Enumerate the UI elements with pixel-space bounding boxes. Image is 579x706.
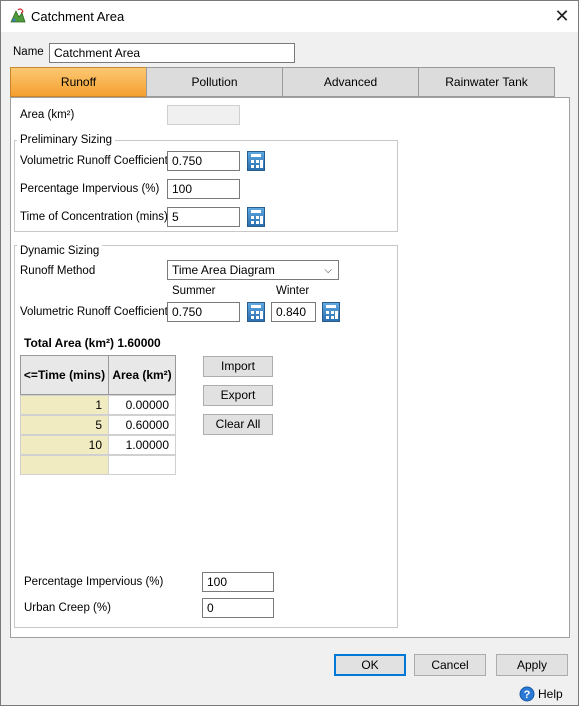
tab-advanced[interactable]: Advanced	[282, 67, 419, 97]
prelim-toc-label: Time of Concentration (mins)	[20, 211, 168, 223]
summer-label: Summer	[172, 285, 216, 297]
calculator-icon[interactable]	[247, 207, 265, 227]
tab-runoff[interactable]: Runoff	[10, 67, 147, 97]
total-area-label: Total Area (km²) 1.60000	[24, 336, 161, 350]
dynamic-pi-input[interactable]: 100	[202, 572, 274, 592]
help-label: Help	[538, 687, 563, 701]
table-cell-time[interactable]: 10	[20, 435, 109, 455]
prelim-pi-input[interactable]: 100	[167, 179, 240, 199]
winter-vrc-input[interactable]: 0.840	[271, 302, 316, 322]
svg-text:?: ?	[524, 689, 531, 701]
ok-button[interactable]: OK	[334, 654, 406, 676]
clear-all-button[interactable]: Clear All	[203, 414, 273, 435]
table-cell-area[interactable]: 1.00000	[108, 435, 176, 455]
cancel-button[interactable]: Cancel	[414, 654, 486, 676]
chevron-down-icon: ⌵	[324, 265, 332, 276]
table-cell-time[interactable]: 5	[20, 415, 109, 435]
urban-creep-input[interactable]: 0	[202, 598, 274, 618]
table-cell-area[interactable]	[108, 455, 176, 475]
name-label: Name	[13, 46, 44, 58]
dynamic-pi-label: Percentage Impervious (%)	[24, 576, 164, 588]
close-icon[interactable]: ✕	[549, 5, 575, 29]
help-icon: ?	[519, 686, 535, 702]
table-header-time[interactable]: <=Time (mins)	[20, 355, 109, 395]
calculator-icon[interactable]	[247, 151, 265, 171]
calculator-icon[interactable]	[247, 302, 265, 322]
prelim-vrc-input[interactable]: 0.750	[167, 151, 240, 171]
calculator-icon[interactable]	[322, 302, 340, 322]
tab-strip: Runoff Pollution Advanced Rainwater Tank	[10, 67, 555, 97]
dynamic-vrc-label: Volumetric Runoff Coefficient	[20, 306, 168, 318]
name-input[interactable]: Catchment Area	[49, 43, 295, 63]
table-cell-area[interactable]: 0.00000	[108, 395, 176, 415]
app-icon	[10, 8, 26, 23]
urban-creep-label: Urban Creep (%)	[24, 602, 111, 614]
winter-label: Winter	[276, 285, 310, 297]
runoff-method-select[interactable]: Time Area Diagram ⌵	[167, 260, 339, 280]
title-bar: Catchment Area ✕	[1, 1, 578, 32]
runoff-method-label: Runoff Method	[20, 265, 96, 277]
window-title: Catchment Area	[31, 9, 125, 24]
tab-pollution[interactable]: Pollution	[146, 67, 283, 97]
prelim-toc-input[interactable]: 5	[167, 207, 240, 227]
table-cell-area[interactable]: 0.60000	[108, 415, 176, 435]
summer-vrc-input[interactable]: 0.750	[167, 302, 240, 322]
area-label: Area (km²)	[20, 109, 75, 121]
import-button[interactable]: Import	[203, 356, 273, 377]
prelim-vrc-label: Volumetric Runoff Coefficient	[20, 155, 168, 167]
dynamic-sizing-title: Dynamic Sizing	[17, 245, 103, 257]
prelim-pi-label: Percentage Impervious (%)	[20, 183, 160, 195]
runoff-method-value: Time Area Diagram	[172, 263, 275, 277]
preliminary-sizing-title: Preliminary Sizing	[17, 134, 116, 146]
table-cell-time[interactable]: 1	[20, 395, 109, 415]
area-field	[167, 105, 240, 125]
tab-rainwater-tank[interactable]: Rainwater Tank	[418, 67, 555, 97]
apply-button[interactable]: Apply	[496, 654, 568, 676]
table-header-area[interactable]: Area (km²)	[108, 355, 176, 395]
table-cell-time[interactable]	[20, 455, 109, 475]
export-button[interactable]: Export	[203, 385, 273, 406]
